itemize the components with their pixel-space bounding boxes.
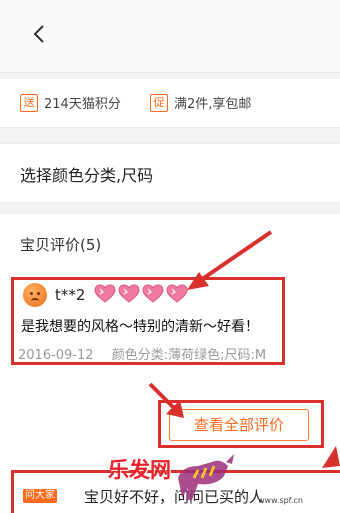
promo-shipping: 促 满2件,享包邮 xyxy=(150,93,251,112)
review-sku: 颜色分类:薄荷绿色;尺码:M xyxy=(111,348,267,363)
promotion-row[interactable]: 送 214天猫积分 促 满2件,享包邮 xyxy=(0,79,340,128)
reviews-title: 宝贝评价(5) xyxy=(20,236,102,254)
promo-text: 满2件,享包邮 xyxy=(174,97,252,112)
heart-icon xyxy=(118,284,140,303)
heart-icon xyxy=(94,284,116,303)
reviewer-level xyxy=(94,284,188,304)
sku-label: 选择颜色分类,尺码 xyxy=(20,166,154,185)
watermark-logo-icon xyxy=(178,454,234,500)
promo-tag: 促 xyxy=(150,93,168,112)
top-bar xyxy=(0,0,340,73)
watermark-url: www.spf.cn xyxy=(258,496,303,505)
heart-icon xyxy=(142,284,164,303)
view-all-reviews-button[interactable]: 查看全部评价 xyxy=(169,409,309,441)
sku-selector[interactable]: 选择颜色分类,尺码 xyxy=(0,143,340,203)
reviewer-name: t**2 xyxy=(55,286,86,304)
review-meta: 2016-09-12 颜色分类:薄荷绿色;尺码:M xyxy=(18,344,266,363)
annotation-arrow-icon xyxy=(187,230,273,290)
avatar xyxy=(23,283,47,307)
annotation-arrow-icon xyxy=(148,382,184,418)
watermark-text: 乐发网 xyxy=(108,457,171,482)
review-text: 是我想要的风格～特别的清新～好看！ xyxy=(21,319,259,335)
review-date: 2016-09-12 xyxy=(18,348,94,363)
chevron-left-icon[interactable] xyxy=(28,22,52,46)
promo-tag: 送 xyxy=(20,93,38,112)
promo-text: 214天猫积分 xyxy=(44,97,121,112)
ask-tag: 问大家 xyxy=(23,489,57,503)
promo-points: 送 214天猫积分 xyxy=(20,93,121,112)
